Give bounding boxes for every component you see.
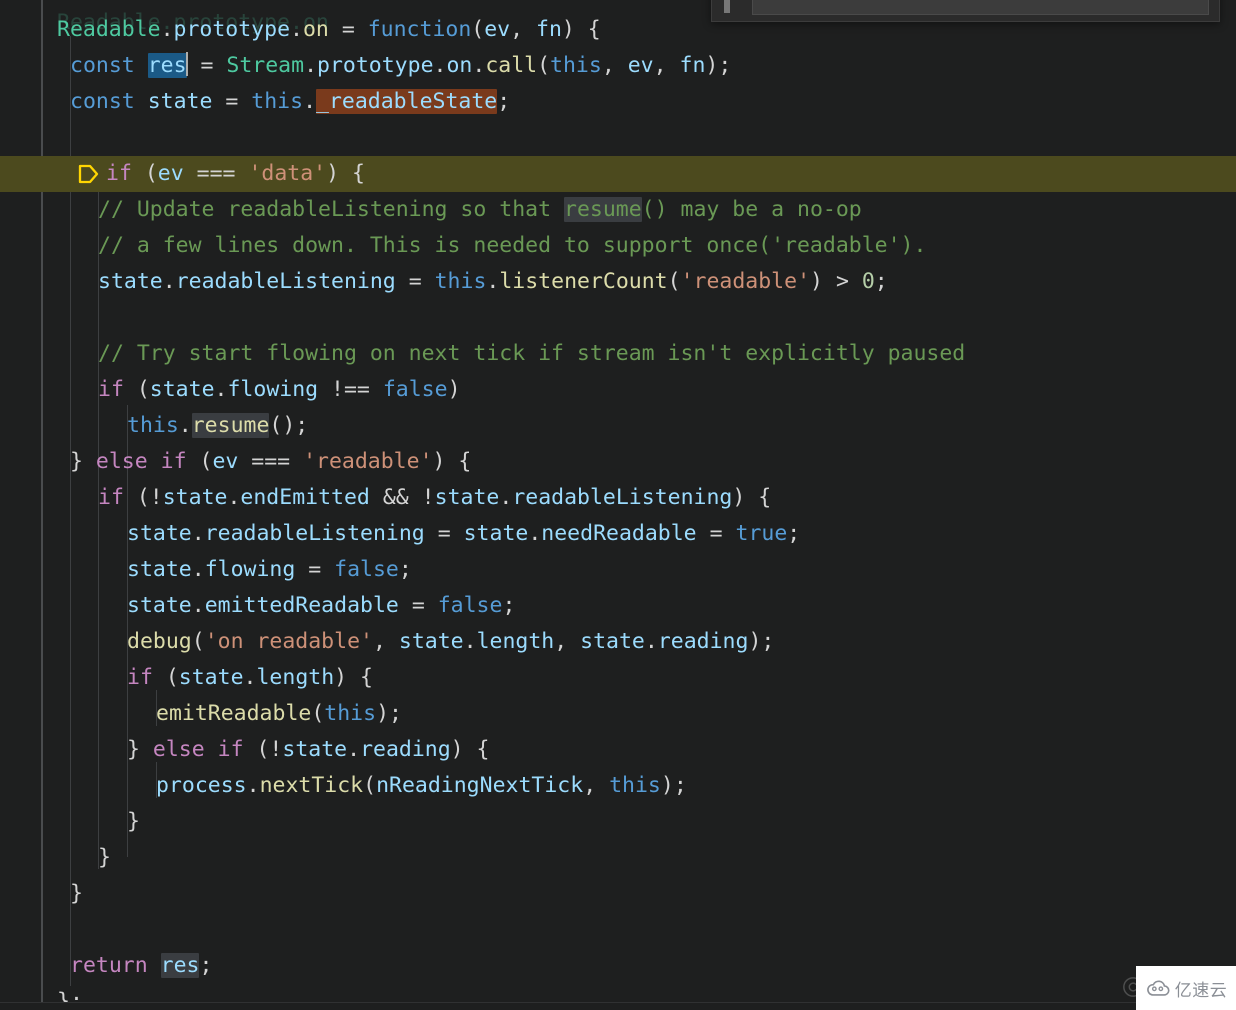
code-line[interactable]: this.resume(); xyxy=(0,408,1236,444)
code-line-content: if (ev === 'data') { xyxy=(106,161,365,186)
execution-pointer-icon[interactable] xyxy=(76,162,100,186)
code-line-content: const res = Stream.prototype.on.call(thi… xyxy=(70,52,732,78)
code-line-content: const state = this._readableState; xyxy=(70,89,511,114)
code-line-content: process.nextTick(nReadingNextTick, this)… xyxy=(156,773,687,798)
code-line-content: this.resume(); xyxy=(127,413,309,438)
code-line[interactable] xyxy=(0,120,1236,156)
cloud-icon xyxy=(1146,980,1170,996)
code-line[interactable]: // a few lines down. This is needed to s… xyxy=(0,228,1236,264)
code-line-content: state.readableListening = state.needRead… xyxy=(127,521,801,546)
occurrence-highlight: resume xyxy=(564,197,642,222)
code-line[interactable]: state.readableListening = this.listenerC… xyxy=(0,264,1236,300)
code-line-content: return res; xyxy=(70,953,213,978)
code-line-content: debug('on readable', state.length, state… xyxy=(127,629,775,654)
selected-token: res xyxy=(147,53,187,78)
code-line-content: if (state.length) { xyxy=(127,665,373,690)
code-line[interactable]: state.readableListening = state.needRead… xyxy=(0,516,1236,552)
code-line[interactable]: } xyxy=(0,804,1236,840)
code-line[interactable]: // Try start flowing on next tick if str… xyxy=(0,336,1236,372)
code-line[interactable]: // Update readableListening so that resu… xyxy=(0,192,1236,228)
code-line[interactable]: return res; xyxy=(0,948,1236,984)
occurrence-highlight: res xyxy=(160,953,200,978)
text-caret xyxy=(185,52,188,76)
code-line[interactable]: state.flowing = false; xyxy=(0,552,1236,588)
code-line-content: } else if (!state.reading) { xyxy=(127,737,490,762)
code-line-content: } else if (ev === 'readable') { xyxy=(70,449,472,474)
code-line[interactable] xyxy=(0,912,1236,948)
code-line-content: state.readableListening = this.listenerC… xyxy=(98,269,888,294)
code-line-content: if (state.flowing !== false) xyxy=(98,377,461,402)
editor-bottom-divider xyxy=(0,1002,1236,1010)
code-line[interactable]: debug('on readable', state.length, state… xyxy=(0,624,1236,660)
overlay-widget-scrollbar[interactable] xyxy=(724,0,730,13)
watermark-text: 亿速云 xyxy=(1174,980,1228,1001)
floating-overlay-widget[interactable] xyxy=(711,0,1220,22)
code-line[interactable] xyxy=(0,300,1236,336)
code-line-content: // Update readableListening so that resu… xyxy=(98,197,862,222)
watermark: 亿速云 xyxy=(1136,966,1236,1010)
code-line-content: // a few lines down. This is needed to s… xyxy=(98,233,927,258)
code-line-content: Readable.prototype.on = function(ev, fn)… xyxy=(57,17,601,42)
code-line-execution-highlighted[interactable]: if (ev === 'data') { xyxy=(0,156,1236,192)
code-line-content: state.emittedReadable = false; xyxy=(127,593,516,618)
editor-surface[interactable]: Readable.prototype.on Readable.prototype… xyxy=(0,0,1236,1010)
code-line-content: } xyxy=(98,845,111,870)
code-line[interactable]: const res = Stream.prototype.on.call(thi… xyxy=(0,48,1236,84)
code-line[interactable]: if (!state.endEmitted && !state.readable… xyxy=(0,480,1236,516)
code-line[interactable]: emitReadable(this); xyxy=(0,696,1236,732)
code-line-content: emitReadable(this); xyxy=(156,701,402,726)
code-line[interactable]: if (state.length) { xyxy=(0,660,1236,696)
occurrence-highlight: resume xyxy=(191,413,270,438)
code-line-content: state.flowing = false; xyxy=(127,557,412,582)
code-line[interactable]: process.nextTick(nReadingNextTick, this)… xyxy=(0,768,1236,804)
code-line-content: } xyxy=(127,809,140,834)
code-line[interactable]: const state = this._readableState; xyxy=(0,84,1236,120)
code-line[interactable]: if (state.flowing !== false) xyxy=(0,372,1236,408)
code-line-content: // Try start flowing on next tick if str… xyxy=(98,341,966,366)
find-match-token: _readableState xyxy=(316,89,498,114)
code-line[interactable]: } else if (ev === 'readable') { xyxy=(0,444,1236,480)
overlay-widget-body xyxy=(752,0,1209,15)
code-line-content: if (!state.endEmitted && !state.readable… xyxy=(98,485,772,510)
code-line[interactable]: } xyxy=(0,840,1236,876)
code-editor-window: Readable.prototype.on Readable.prototype… xyxy=(0,0,1236,1010)
code-line-content: } xyxy=(70,881,83,906)
code-line[interactable]: } else if (!state.reading) { xyxy=(0,732,1236,768)
code-line[interactable]: state.emittedReadable = false; xyxy=(0,588,1236,624)
code-line[interactable]: } xyxy=(0,876,1236,912)
